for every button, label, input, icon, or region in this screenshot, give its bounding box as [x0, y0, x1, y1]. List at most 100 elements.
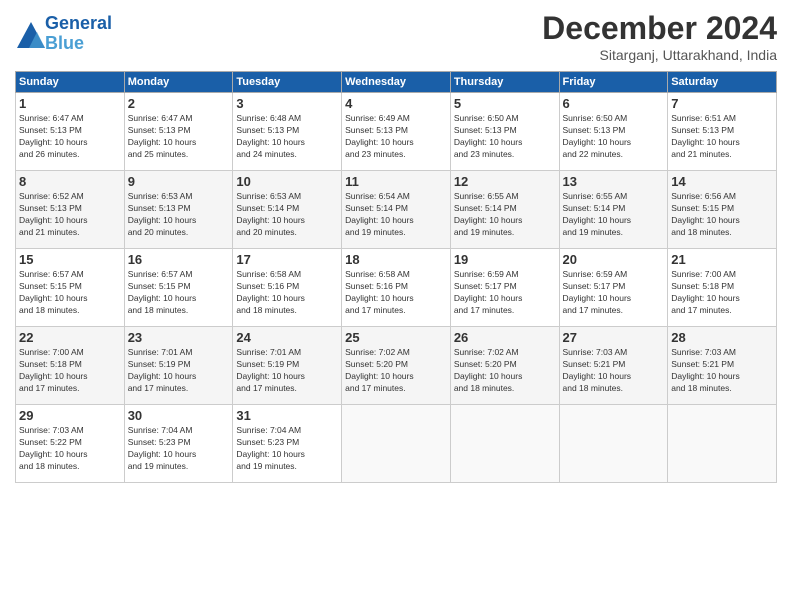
- day-info: Sunrise: 7:01 AM Sunset: 5:19 PM Dayligh…: [128, 347, 230, 395]
- calendar-cell: 12 Sunrise: 6:55 AM Sunset: 5:14 PM Dayli…: [450, 171, 559, 249]
- day-number: 14: [671, 174, 773, 189]
- logo-text: General Blue: [45, 14, 112, 54]
- calendar-cell: 9 Sunrise: 6:53 AM Sunset: 5:13 PM Daylig…: [124, 171, 233, 249]
- day-info: Sunrise: 7:04 AM Sunset: 5:23 PM Dayligh…: [128, 425, 230, 473]
- day-info: Sunrise: 6:53 AM Sunset: 5:14 PM Dayligh…: [236, 191, 338, 239]
- day-number: 9: [128, 174, 230, 189]
- day-info: Sunrise: 7:00 AM Sunset: 5:18 PM Dayligh…: [671, 269, 773, 317]
- header-sunday: Sunday: [16, 72, 125, 93]
- location-title: Sitarganj, Uttarakhand, India: [542, 47, 777, 63]
- day-number: 21: [671, 252, 773, 267]
- calendar-cell: 4Sunrise: 6:49 AM Sunset: 5:13 PM Daylig…: [342, 93, 451, 171]
- calendar-cell: 10 Sunrise: 6:53 AM Sunset: 5:14 PM Dayli…: [233, 171, 342, 249]
- calendar-cell: 24Sunrise: 7:01 AM Sunset: 5:19 PM Dayli…: [233, 327, 342, 405]
- day-info: Sunrise: 7:02 AM Sunset: 5:20 PM Dayligh…: [454, 347, 556, 395]
- calendar-cell: [342, 405, 451, 483]
- calendar-week-3: 15 Sunrise: 6:57 AM Sunset: 5:15 PM Dayli…: [16, 249, 777, 327]
- calendar-cell: [668, 405, 777, 483]
- calendar-cell: 15 Sunrise: 6:57 AM Sunset: 5:15 PM Dayli…: [16, 249, 125, 327]
- day-info: Sunrise: 6:52 AM Sunset: 5:13 PM Dayligh…: [19, 191, 121, 239]
- day-info: Sunrise: 6:51 AM Sunset: 5:13 PM Dayligh…: [671, 113, 773, 161]
- day-number: 19: [454, 252, 556, 267]
- day-info: Sunrise: 6:58 AM Sunset: 5:16 PM Dayligh…: [236, 269, 338, 317]
- calendar-cell: 8 Sunrise: 6:52 AM Sunset: 5:13 PM Daylig…: [16, 171, 125, 249]
- day-number: 29: [19, 408, 121, 423]
- day-number: 31: [236, 408, 338, 423]
- main-container: General Blue December 2024 Sitarganj, Ut…: [0, 0, 792, 493]
- day-info: Sunrise: 7:03 AM Sunset: 5:22 PM Dayligh…: [19, 425, 121, 473]
- day-number: 8: [19, 174, 121, 189]
- day-info: Sunrise: 6:57 AM Sunset: 5:15 PM Dayligh…: [19, 269, 121, 317]
- calendar-cell: 17 Sunrise: 6:58 AM Sunset: 5:16 PM Dayli…: [233, 249, 342, 327]
- day-info: Sunrise: 7:02 AM Sunset: 5:20 PM Dayligh…: [345, 347, 447, 395]
- calendar-cell: 14 Sunrise: 6:56 AM Sunset: 5:15 PM Dayli…: [668, 171, 777, 249]
- day-info: Sunrise: 6:53 AM Sunset: 5:13 PM Dayligh…: [128, 191, 230, 239]
- day-info: Sunrise: 6:59 AM Sunset: 5:17 PM Dayligh…: [454, 269, 556, 317]
- day-info: Sunrise: 6:50 AM Sunset: 5:13 PM Dayligh…: [563, 113, 665, 161]
- day-number: 12: [454, 174, 556, 189]
- day-number: 22: [19, 330, 121, 345]
- day-info: Sunrise: 7:03 AM Sunset: 5:21 PM Dayligh…: [671, 347, 773, 395]
- header-wednesday: Wednesday: [342, 72, 451, 93]
- calendar-cell: 5Sunrise: 6:50 AM Sunset: 5:13 PM Daylig…: [450, 93, 559, 171]
- calendar-cell: 30 Sunrise: 7:04 AM Sunset: 5:23 PM Dayli…: [124, 405, 233, 483]
- logo: General Blue: [15, 14, 112, 54]
- calendar-week-2: 8 Sunrise: 6:52 AM Sunset: 5:13 PM Daylig…: [16, 171, 777, 249]
- day-info: Sunrise: 6:48 AM Sunset: 5:13 PM Dayligh…: [236, 113, 338, 161]
- logo-icon: [15, 20, 43, 48]
- header-monday: Monday: [124, 72, 233, 93]
- calendar-cell: 6Sunrise: 6:50 AM Sunset: 5:13 PM Daylig…: [559, 93, 668, 171]
- day-number: 7: [671, 96, 773, 111]
- header-friday: Friday: [559, 72, 668, 93]
- day-number: 17: [236, 252, 338, 267]
- day-number: 18: [345, 252, 447, 267]
- calendar-cell: 26 Sunrise: 7:02 AM Sunset: 5:20 PM Dayli…: [450, 327, 559, 405]
- calendar-week-4: 22Sunrise: 7:00 AM Sunset: 5:18 PM Dayli…: [16, 327, 777, 405]
- day-info: Sunrise: 6:47 AM Sunset: 5:13 PM Dayligh…: [128, 113, 230, 161]
- day-number: 26: [454, 330, 556, 345]
- calendar-cell: 16Sunrise: 6:57 AM Sunset: 5:15 PM Dayli…: [124, 249, 233, 327]
- day-info: Sunrise: 6:50 AM Sunset: 5:13 PM Dayligh…: [454, 113, 556, 161]
- calendar-week-1: 1 Sunrise: 6:47 AM Sunset: 5:13 PM Daylig…: [16, 93, 777, 171]
- header-row: Sunday Monday Tuesday Wednesday Thursday…: [16, 72, 777, 93]
- header: General Blue December 2024 Sitarganj, Ut…: [15, 10, 777, 63]
- calendar-cell: 27 Sunrise: 7:03 AM Sunset: 5:21 PM Dayli…: [559, 327, 668, 405]
- day-info: Sunrise: 7:03 AM Sunset: 5:21 PM Dayligh…: [563, 347, 665, 395]
- calendar-cell: [450, 405, 559, 483]
- day-info: Sunrise: 6:57 AM Sunset: 5:15 PM Dayligh…: [128, 269, 230, 317]
- day-number: 2: [128, 96, 230, 111]
- calendar-table: Sunday Monday Tuesday Wednesday Thursday…: [15, 71, 777, 483]
- header-saturday: Saturday: [668, 72, 777, 93]
- day-info: Sunrise: 6:59 AM Sunset: 5:17 PM Dayligh…: [563, 269, 665, 317]
- calendar-cell: 3 Sunrise: 6:48 AM Sunset: 5:13 PM Daylig…: [233, 93, 342, 171]
- day-number: 4: [345, 96, 447, 111]
- day-info: Sunrise: 6:55 AM Sunset: 5:14 PM Dayligh…: [454, 191, 556, 239]
- calendar-cell: 28 Sunrise: 7:03 AM Sunset: 5:21 PM Dayli…: [668, 327, 777, 405]
- calendar-cell: 19 Sunrise: 6:59 AM Sunset: 5:17 PM Dayli…: [450, 249, 559, 327]
- day-info: Sunrise: 6:55 AM Sunset: 5:14 PM Dayligh…: [563, 191, 665, 239]
- day-info: Sunrise: 7:01 AM Sunset: 5:19 PM Dayligh…: [236, 347, 338, 395]
- calendar-cell: 20 Sunrise: 6:59 AM Sunset: 5:17 PM Dayli…: [559, 249, 668, 327]
- calendar-cell: 2 Sunrise: 6:47 AM Sunset: 5:13 PM Daylig…: [124, 93, 233, 171]
- title-area: December 2024 Sitarganj, Uttarakhand, In…: [542, 10, 777, 63]
- day-number: 13: [563, 174, 665, 189]
- day-number: 27: [563, 330, 665, 345]
- day-info: Sunrise: 6:47 AM Sunset: 5:13 PM Dayligh…: [19, 113, 121, 161]
- day-number: 3: [236, 96, 338, 111]
- day-number: 28: [671, 330, 773, 345]
- month-title: December 2024: [542, 10, 777, 47]
- day-number: 11: [345, 174, 447, 189]
- day-number: 20: [563, 252, 665, 267]
- calendar-cell: 29 Sunrise: 7:03 AM Sunset: 5:22 PM Dayli…: [16, 405, 125, 483]
- calendar-cell: 13 Sunrise: 6:55 AM Sunset: 5:14 PM Dayli…: [559, 171, 668, 249]
- day-number: 1: [19, 96, 121, 111]
- calendar-cell: 23 Sunrise: 7:01 AM Sunset: 5:19 PM Dayli…: [124, 327, 233, 405]
- day-number: 15: [19, 252, 121, 267]
- day-number: 10: [236, 174, 338, 189]
- header-thursday: Thursday: [450, 72, 559, 93]
- day-info: Sunrise: 6:56 AM Sunset: 5:15 PM Dayligh…: [671, 191, 773, 239]
- day-number: 25: [345, 330, 447, 345]
- calendar-cell: 25 Sunrise: 7:02 AM Sunset: 5:20 PM Dayli…: [342, 327, 451, 405]
- day-number: 23: [128, 330, 230, 345]
- day-number: 30: [128, 408, 230, 423]
